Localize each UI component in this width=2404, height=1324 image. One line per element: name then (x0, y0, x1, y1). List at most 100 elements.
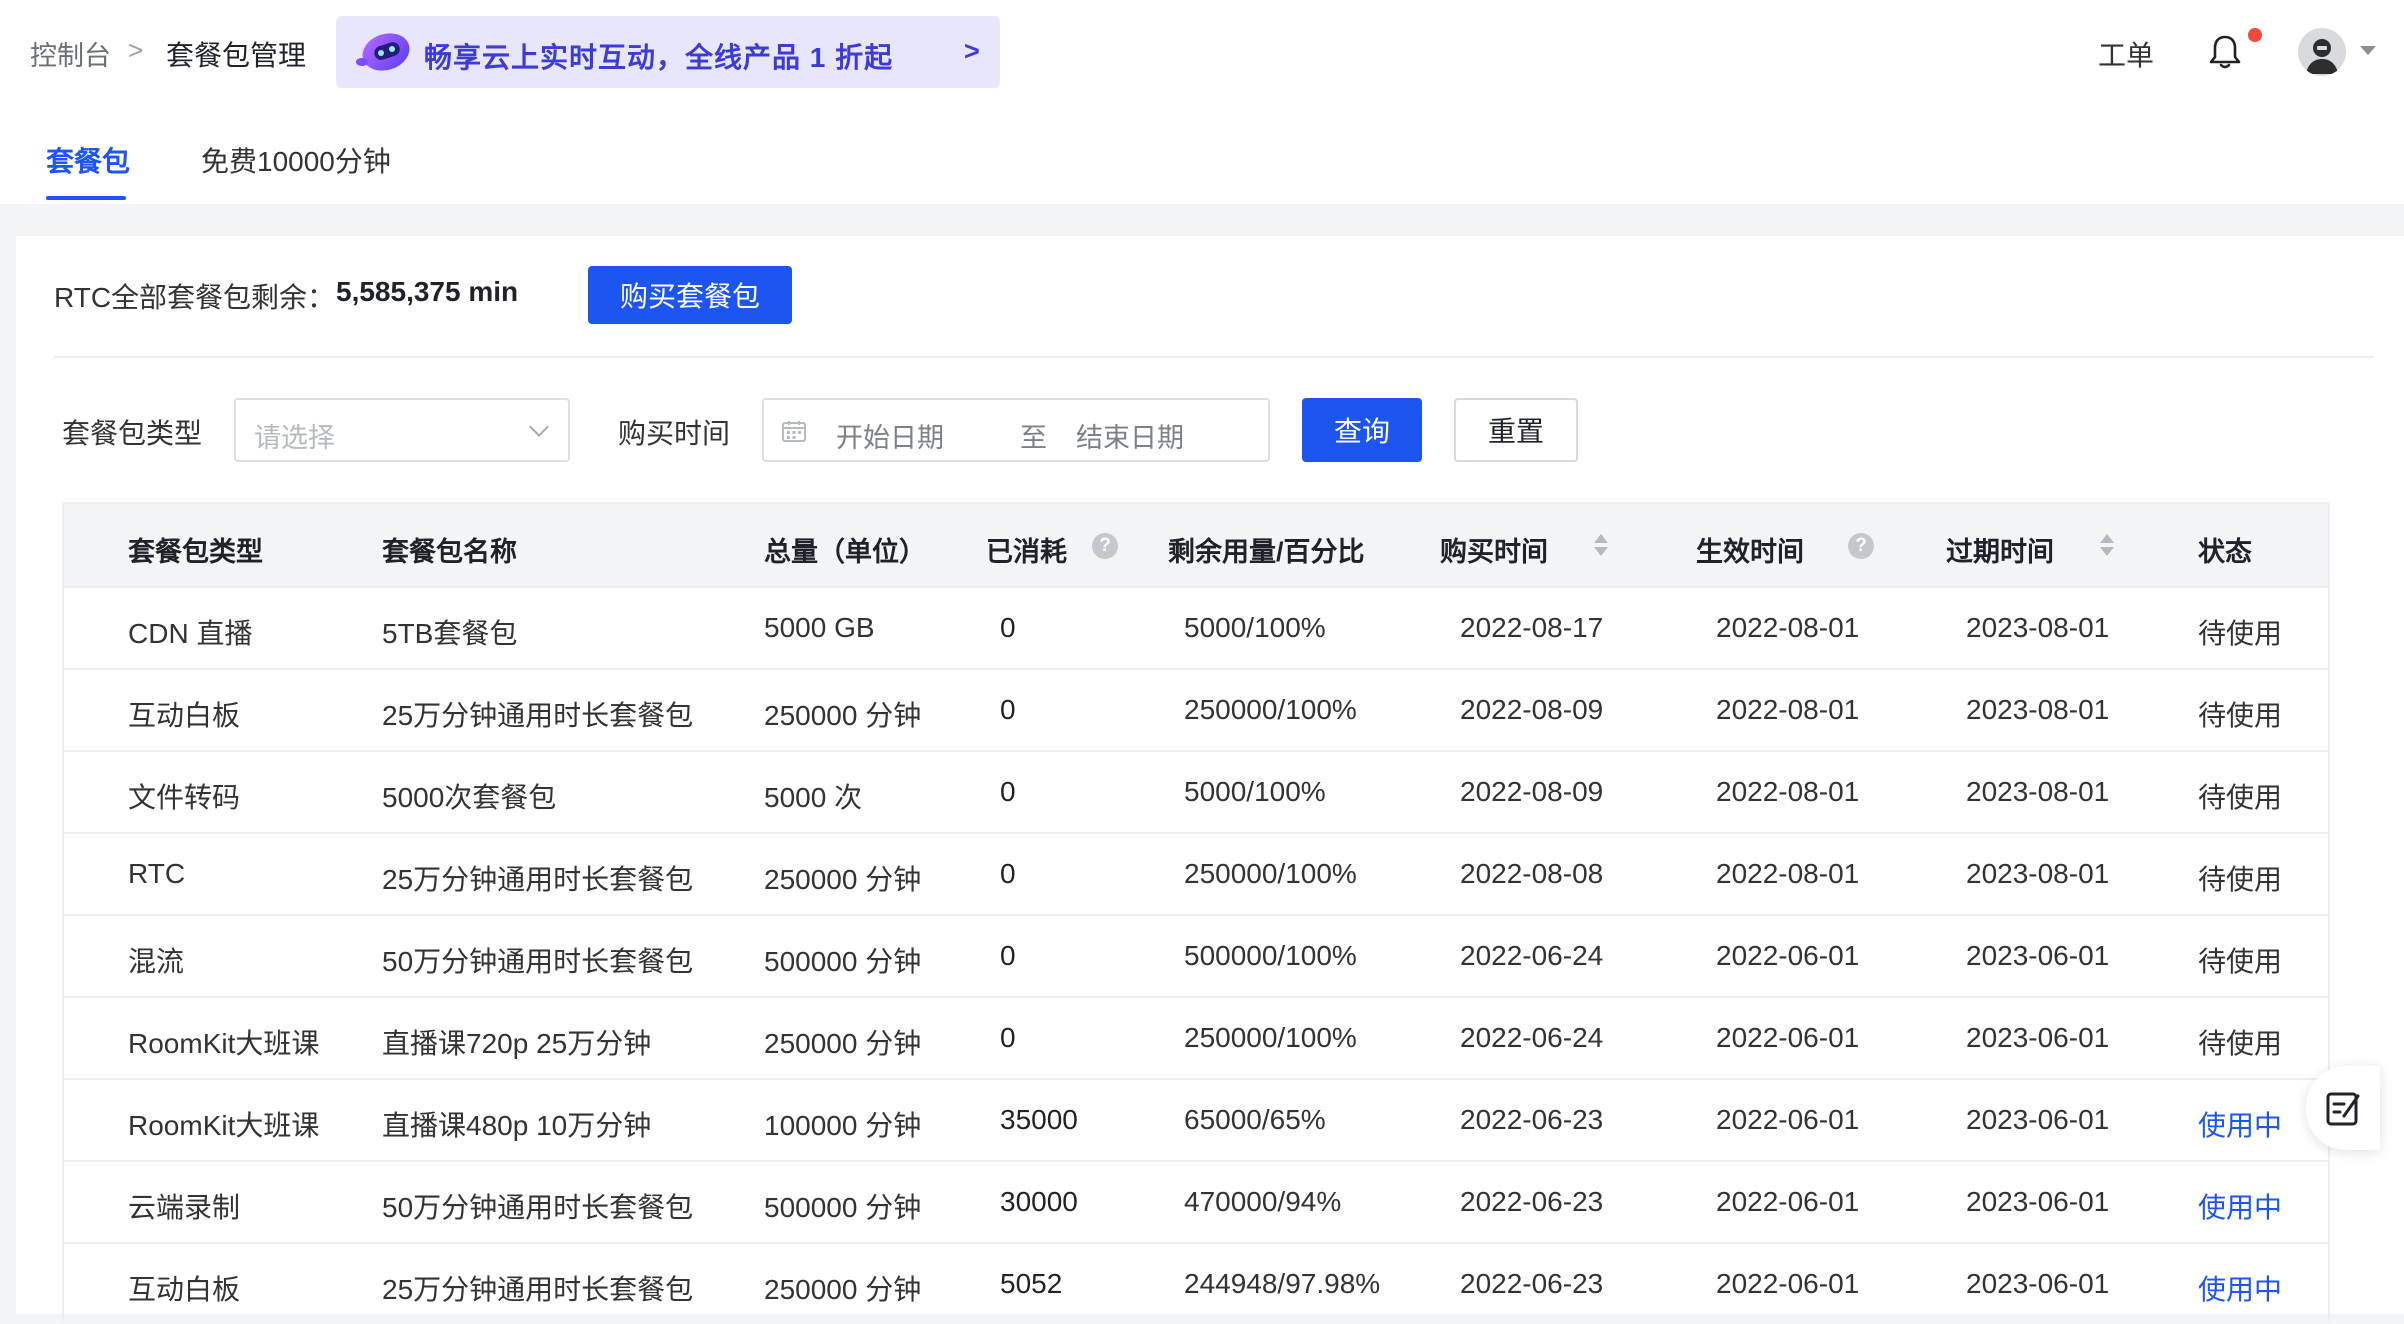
cell-consumed: 0 (1000, 940, 1016, 971)
table-row: CDN 直播 5TB套餐包 5000 GB 0 5000/100% 2022-08-17 2… (64, 586, 2328, 668)
cell-name: 50万分钟通用时长套餐包 (382, 1192, 694, 1223)
table-row: 云端录制 50万分钟通用时长套餐包 500000 分钟 30000 470000/94%… (64, 1160, 2328, 1242)
help-icon[interactable]: ? (1848, 533, 1874, 559)
feedback-button[interactable] (2306, 1066, 2380, 1150)
cell-purchase-time: 2022-06-24 (1460, 1022, 1604, 1053)
summary-label: RTC全部套餐包剩余： (54, 282, 336, 313)
cell-type: RoomKit大班课 (128, 1110, 320, 1141)
tab-bar: 套餐包 免费10000分钟 (0, 104, 2404, 204)
chevron-down-icon[interactable] (2360, 46, 2376, 55)
cell-name: 5TB套餐包 (382, 618, 518, 649)
date-range-picker[interactable]: 开始日期 至 结束日期 (762, 398, 1270, 462)
help-icon[interactable]: ? (1092, 533, 1118, 559)
cell-expire-time: 2023-08-01 (1966, 612, 2110, 643)
table-row: 混流 50万分钟通用时长套餐包 500000 分钟 0 500000/100% 2022-… (64, 914, 2328, 996)
cell-type: 互动白板 (128, 700, 241, 731)
cell-total: 250000 分钟 (764, 864, 922, 895)
cell-consumed: 0 (1000, 694, 1016, 725)
promo-banner[interactable]: 畅享云上实时互动，全线产品 1 折起 > (336, 16, 1000, 88)
promo-text: 畅享云上实时互动，全线产品 1 折起 (424, 42, 894, 73)
cell-total: 100000 分钟 (764, 1110, 922, 1141)
cell-remaining: 5000/100% (1184, 776, 1326, 807)
table-body: CDN 直播 5TB套餐包 5000 GB 0 5000/100% 2022-08-17 2… (64, 586, 2328, 1324)
cell-type: 混流 (128, 946, 185, 977)
table-row: 文件转码 5000次套餐包 5000 次 0 5000/100% 2022-08-09 20… (64, 750, 2328, 832)
cell-expire-time: 2023-08-01 (1966, 858, 2110, 889)
cell-expire-time: 2023-06-01 (1966, 1186, 2110, 1217)
cell-consumed: 0 (1000, 612, 1016, 643)
cell-total: 500000 分钟 (764, 946, 922, 977)
tab-free-minutes[interactable]: 免费10000分钟 (201, 140, 391, 180)
col-name: 套餐包名称 (382, 537, 517, 567)
cell-expire-time: 2023-06-01 (1966, 1268, 2110, 1299)
buy-package-button[interactable]: 购买套餐包 (588, 266, 792, 324)
cell-type: RoomKit大班课 (128, 1028, 320, 1059)
cell-total: 5000 次 (764, 782, 863, 813)
cell-total: 250000 分钟 (764, 700, 922, 731)
cell-name: 25万分钟通用时长套餐包 (382, 1274, 694, 1305)
query-button[interactable]: 查询 (1302, 398, 1422, 462)
cell-status: 使用中 (2198, 1192, 2283, 1223)
cell-purchase-time: 2022-06-24 (1460, 940, 1604, 971)
start-date-input[interactable]: 开始日期 (836, 416, 944, 455)
breadcrumb-console[interactable]: 控制台 (30, 34, 111, 73)
cell-effective-time: 2022-06-01 (1716, 940, 1860, 971)
col-purchase-time: 购买时间 (1440, 537, 1548, 567)
sort-icon[interactable] (1594, 534, 1608, 558)
filter-type-label: 套餐包类型 (62, 418, 203, 449)
end-date-input[interactable]: 结束日期 (1076, 416, 1184, 455)
select-placeholder: 请选择 (254, 423, 335, 453)
col-effective-time: 生效时间 (1696, 537, 1804, 567)
cell-effective-time: 2022-08-01 (1716, 776, 1860, 807)
cell-status: 使用中 (2198, 1274, 2283, 1305)
cell-total: 500000 分钟 (764, 1192, 922, 1223)
cell-purchase-time: 2022-06-23 (1460, 1186, 1604, 1217)
cell-type: RTC (128, 858, 186, 889)
cell-effective-time: 2022-06-01 (1716, 1104, 1860, 1135)
cell-purchase-time: 2022-06-23 (1460, 1104, 1604, 1135)
edit-note-icon (2326, 1092, 2360, 1126)
notification-dot (2248, 28, 2262, 42)
cell-consumed: 30000 (1000, 1186, 1078, 1217)
table-row: 互动白板 25万分钟通用时长套餐包 250000 分钟 5052 244948/97.9… (64, 1242, 2328, 1324)
cell-consumed: 0 (1000, 1022, 1016, 1053)
cell-effective-time: 2022-06-01 (1716, 1186, 1860, 1217)
cell-expire-time: 2023-08-01 (1966, 776, 2110, 807)
cell-status: 待使用 (2198, 864, 2283, 895)
col-status: 状态 (2198, 537, 2252, 567)
package-type-select[interactable]: 请选择 (234, 398, 570, 462)
cell-type: 文件转码 (128, 782, 241, 813)
cell-effective-time: 2022-08-01 (1716, 612, 1860, 643)
cell-status: 待使用 (2198, 946, 2283, 977)
table-row: RoomKit大班课 直播课720p 25万分钟 250000 分钟 0 250000/… (64, 996, 2328, 1078)
date-range-separator: 至 (1020, 423, 1047, 453)
cell-remaining: 250000/100% (1184, 694, 1357, 725)
col-remaining: 剩余用量/百分比 (1168, 537, 1365, 567)
cell-purchase-time: 2022-08-09 (1460, 694, 1604, 725)
avatar[interactable] (2298, 28, 2346, 76)
tab-active-indicator (46, 196, 126, 200)
cell-name: 50万分钟通用时长套餐包 (382, 946, 694, 977)
bell-icon[interactable] (2208, 34, 2242, 70)
table-row: RTC 25万分钟通用时长套餐包 250000 分钟 0 250000/100% 2022… (64, 832, 2328, 914)
cell-type: CDN 直播 (128, 618, 253, 649)
tab-packages[interactable]: 套餐包 (46, 140, 130, 180)
cell-consumed: 5052 (1000, 1268, 1063, 1299)
table-row: 互动白板 25万分钟通用时长套餐包 250000 分钟 0 250000/100% 202… (64, 668, 2328, 750)
cell-purchase-time: 2022-08-17 (1460, 612, 1604, 643)
breadcrumb-current: 套餐包管理 (166, 40, 307, 71)
packages-table: 套餐包类型 套餐包名称 总量（单位） 已消耗 ? 剩余用量/百分比 购买时间 生… (62, 502, 2330, 1322)
cell-remaining: 500000/100% (1184, 940, 1357, 971)
cell-remaining: 244948/97.98% (1184, 1268, 1381, 1299)
cell-name: 25万分钟通用时长套餐包 (382, 864, 694, 895)
cell-name: 5000次套餐包 (382, 782, 557, 813)
cell-expire-time: 2023-06-01 (1966, 1104, 2110, 1135)
col-type: 套餐包类型 (128, 537, 263, 567)
reset-button[interactable]: 重置 (1454, 398, 1578, 462)
cell-purchase-time: 2022-06-23 (1460, 1268, 1604, 1299)
ticket-link[interactable]: 工单 (2098, 34, 2154, 74)
cell-status: 待使用 (2198, 700, 2283, 731)
sort-icon[interactable] (2100, 534, 2114, 558)
table-row: RoomKit大班课 直播课480p 10万分钟 100000 分钟 35000 650… (64, 1078, 2328, 1160)
cell-purchase-time: 2022-08-08 (1460, 858, 1604, 889)
